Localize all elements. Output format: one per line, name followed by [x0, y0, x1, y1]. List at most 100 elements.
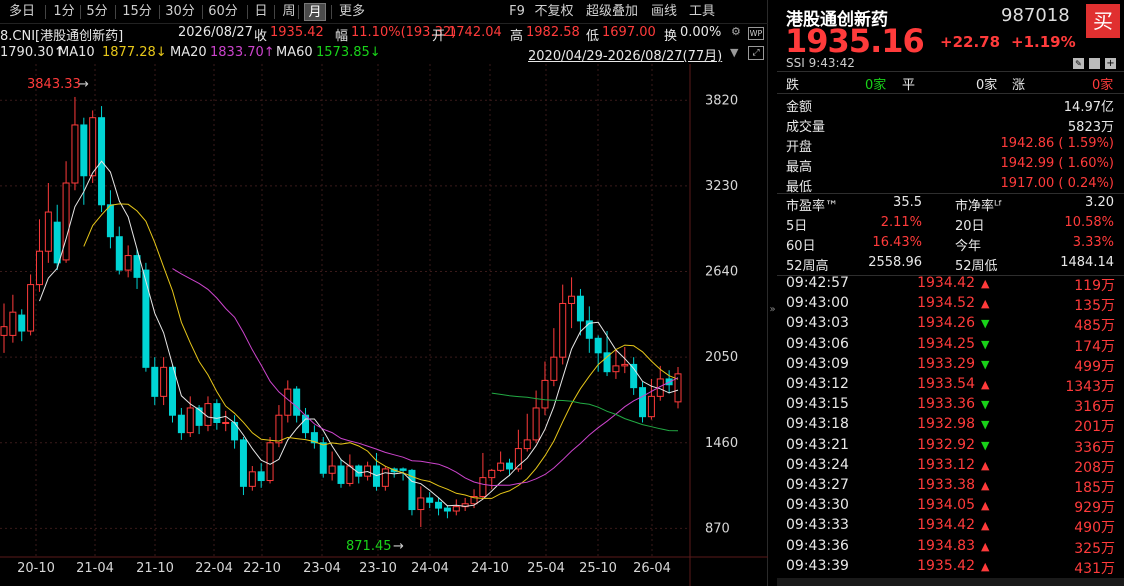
toolbar-separator [331, 5, 332, 19]
stat-row: 成交量 5823万 [786, 115, 1114, 135]
candle-body [284, 388, 292, 416]
tool-btn-3[interactable]: 画线 [648, 3, 680, 21]
high-value: 1982.58 [526, 25, 580, 40]
collapse-handle[interactable]: » [768, 280, 777, 340]
period-btn-3[interactable]: 15分 [120, 3, 154, 21]
period-btn-2[interactable]: 5分 [85, 3, 109, 21]
buy-button[interactable]: 买 [1086, 4, 1120, 38]
low-label: 低 [586, 29, 600, 44]
candle-body [346, 465, 354, 484]
x-tick-label: 25-04 [527, 561, 565, 576]
candle-body [417, 497, 425, 511]
period-btn-7[interactable]: 周 [280, 3, 298, 21]
range-dropdown-icon[interactable]: ▼ [730, 46, 738, 59]
chart-panel[interactable]: 多日 1分 5分 15分 30分 60分日周月更多 F9 不复权 超级叠加 画线 工具 8.CNI[… [0, 0, 768, 586]
tick-volume: 119万 [1074, 278, 1115, 294]
arrow-up-icon: ▲ [981, 378, 990, 391]
stat-value: 1942.86 ( 1.59%) [1000, 136, 1114, 151]
price-change: +22.78 [940, 33, 1001, 51]
candle-body [89, 117, 97, 177]
tick-price: 1934.83 [917, 537, 975, 554]
period-btn-0[interactable]: 多日 [6, 3, 38, 21]
tick-volume: 185万 [1074, 480, 1115, 496]
tick-scrollbar[interactable] [777, 578, 1124, 586]
fold-icon[interactable]: ⤢ [748, 46, 764, 60]
tick-price: 1933.54 [917, 376, 975, 392]
valuation-row: 市盈率™ 35.5 市净率ᴸᶠ 3.20 [786, 194, 1114, 214]
candle-body [399, 468, 407, 471]
tick-time: 09:43:03 [786, 315, 849, 332]
tick-volume: 174万 [1074, 338, 1115, 355]
tick-price: 1934.52 [917, 295, 975, 312]
settings-icon[interactable]: ⚙ [731, 25, 741, 38]
stat-label: 金额 [786, 100, 813, 115]
tick-volume: 1343万 [1065, 379, 1115, 395]
stat-label: 最高 [786, 160, 813, 175]
arrow-up-icon: ▲ [981, 297, 990, 311]
x-tick-label: 22-10 [243, 561, 281, 576]
candle-body [381, 468, 389, 487]
period-btn-5[interactable]: 60分 [207, 3, 239, 21]
val-label: 60日 [786, 239, 816, 254]
arrow-up-icon: ▲ [981, 519, 990, 533]
period-btn-4[interactable]: 30分 [164, 3, 196, 21]
tick-time: 09:43:27 [786, 477, 849, 493]
tick-volume: 336万 [1074, 439, 1115, 456]
tool-btn-1[interactable]: 不复权 [531, 3, 577, 21]
stat-value: 14.97亿 [1063, 100, 1114, 115]
kline-chart[interactable]: 3820 3230 2640 2050 1460 870 20-10 21-04 21-10 22… [0, 64, 768, 586]
period-btn-9[interactable]: 更多 [336, 3, 368, 21]
candle-body [35, 250, 43, 286]
tick-volume: 135万 [1074, 298, 1115, 315]
ma10-value: 1877.28↓ [102, 45, 167, 60]
arrow-up-icon: ▲ [981, 277, 990, 290]
tick-price: 1934.05 [917, 497, 975, 514]
ma5-value: 1790.30↑ [0, 45, 65, 60]
x-tick-label: 20-10 [17, 561, 55, 576]
candle-body [195, 407, 203, 426]
stat-label: 开盘 [786, 140, 813, 155]
low-value: 1697.00 [602, 25, 656, 40]
arrow-up-icon: ▲ [981, 539, 990, 553]
candle-body [647, 395, 655, 418]
tick-row: 09:43:09 1933.29 ▼ 499万 [777, 355, 1115, 375]
stat-label: 成交量 [786, 120, 826, 135]
candle-body [213, 403, 221, 423]
candle-body [177, 414, 185, 434]
tick-price: 1934.42 [917, 517, 975, 534]
candle-body [9, 311, 17, 336]
index-code: 8.CNI[港股通创新药] [0, 29, 124, 44]
tool-btn-0[interactable]: F9 [508, 3, 526, 21]
toolbar-separator [115, 5, 116, 19]
pen-icon[interactable]: ✎ [1073, 58, 1084, 69]
valuation-row: 52周高 2558.96 52周低 1484.14 [786, 254, 1114, 274]
val-label: 20日 [955, 219, 985, 234]
plus-icon[interactable]: + [1105, 58, 1116, 69]
info-date: 2026/08/27 [178, 25, 253, 40]
candle-body [106, 204, 114, 238]
period-btn-6[interactable]: 日 [252, 3, 270, 21]
val-value: 35.5 [893, 195, 922, 210]
stat-row: 最高 1942.99 ( 1.60%) [786, 155, 1114, 175]
wp-icon[interactable]: WP [748, 27, 764, 40]
tick-time: 09:43:18 [786, 416, 849, 433]
tool-btn-4[interactable]: 工具 [686, 3, 718, 21]
period-btn-1[interactable]: 1分 [50, 3, 78, 21]
candle-body [293, 388, 301, 416]
candle-body [80, 124, 88, 177]
candle-body [71, 124, 79, 184]
valuation-row: 60日 16.43% 今年 3.33% [786, 234, 1114, 254]
candle-body [612, 365, 620, 373]
val-label: 52周高 [786, 259, 829, 274]
tick-volume: 490万 [1074, 520, 1115, 537]
candle-body [266, 442, 274, 482]
candle-body [18, 314, 26, 332]
period-btn-8[interactable]: 月 [304, 3, 326, 21]
val-label: 52周低 [955, 259, 998, 274]
tool-btn-2[interactable]: 超级叠加 [582, 3, 642, 21]
date-range[interactable]: 2020/04/29-2026/08/27(77月) [528, 45, 722, 64]
grid-icon[interactable] [1089, 58, 1100, 69]
max-price-label: 3843.33 [27, 77, 81, 92]
x-tick-label: 21-04 [76, 561, 114, 576]
candle-body [497, 462, 505, 471]
